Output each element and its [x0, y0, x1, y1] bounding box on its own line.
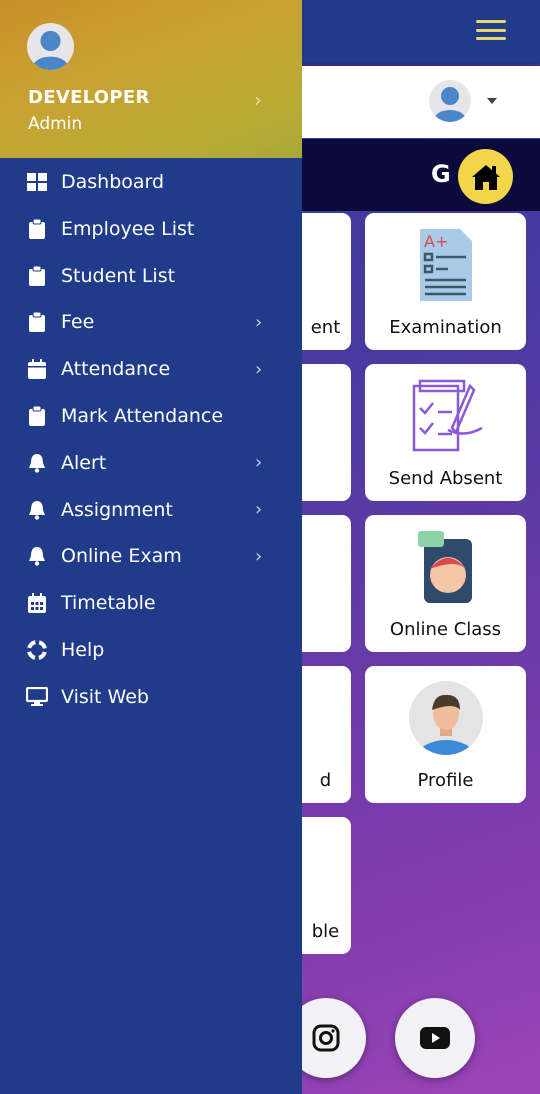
sidebar-item-help[interactable]: Help: [0, 628, 302, 672]
sidebar-item-label: Help: [61, 639, 105, 661]
sidebar-item-visit-web[interactable]: Visit Web: [0, 675, 302, 719]
checklist-pen-icon: [408, 378, 484, 454]
svg-text:A+: A+: [424, 232, 448, 251]
navigation-drawer: DEVELOPER Admin › Dashboard Employee List…: [0, 0, 302, 1094]
card-label: ent: [310, 317, 341, 338]
youtube-button[interactable]: [395, 998, 475, 1078]
menu-icon[interactable]: [476, 20, 506, 40]
user-role: Admin: [28, 114, 83, 134]
user-name: DEVELOPER: [28, 87, 150, 108]
sidebar-item-label: Attendance: [61, 358, 171, 381]
card-label: Profile: [417, 770, 474, 791]
monitor-icon: [26, 686, 48, 708]
exam-sheet-icon: A+: [408, 227, 484, 303]
clipboard-icon: [26, 265, 48, 287]
sidebar-item-label: Alert: [61, 451, 107, 474]
dashboard-icon: [26, 171, 48, 193]
clipboard-icon: [26, 405, 48, 427]
sidebar-item-label: Online Exam: [61, 545, 182, 568]
calendar-grid-icon: [26, 592, 48, 614]
chevron-right-icon: ›: [255, 358, 263, 380]
sidebar-item-employee-list[interactable]: Employee List: [0, 207, 302, 251]
lifebuoy-icon: [26, 639, 48, 661]
sidebar-item-student-list[interactable]: Student List: [0, 254, 302, 298]
sidebar-item-online-exam[interactable]: Online Exam ›: [0, 534, 302, 578]
card-label: Send Absent: [388, 468, 503, 489]
sidebar-item-label: Student List: [61, 264, 176, 287]
profile-person-icon: [408, 680, 484, 756]
clipboard-icon: [26, 218, 48, 240]
sidebar-item-fee[interactable]: Fee ›: [0, 300, 302, 344]
user-avatar[interactable]: [429, 80, 471, 122]
profile-card[interactable]: Profile: [365, 666, 526, 803]
instagram-icon: [312, 1024, 340, 1052]
drawer-header[interactable]: DEVELOPER Admin ›: [0, 0, 302, 158]
online-class-icon: [408, 529, 484, 605]
bell-icon: [26, 452, 48, 474]
sidebar-item-label: Mark Attendance: [61, 405, 224, 427]
sidebar-item-timetable[interactable]: Timetable: [0, 581, 302, 625]
home-icon: [471, 164, 500, 190]
bell-icon: [26, 499, 48, 521]
online-class-card[interactable]: Online Class: [365, 515, 526, 652]
chevron-right-icon: ›: [255, 311, 263, 333]
chevron-right-icon[interactable]: ›: [254, 88, 262, 112]
card-label: Online Class: [389, 619, 502, 640]
chevron-down-icon[interactable]: [487, 98, 497, 104]
sidebar-item-mark-attendance[interactable]: Mark Attendance: [0, 394, 302, 438]
send-absent-card[interactable]: Send Absent: [365, 364, 526, 501]
card-label: Examination: [389, 317, 502, 338]
avatar: [27, 23, 74, 70]
sidebar-item-label: Fee: [61, 311, 95, 334]
sidebar-item-label: Dashboard: [61, 171, 165, 193]
bell-icon: [26, 545, 48, 567]
card-label: d: [319, 770, 332, 791]
chevron-right-icon: ›: [255, 545, 263, 567]
sidebar-item-alert[interactable]: Alert ›: [0, 441, 302, 485]
home-button[interactable]: [458, 149, 513, 204]
chevron-right-icon: ›: [255, 452, 263, 474]
sidebar-item-label: Visit Web: [61, 685, 149, 708]
google-translate-button[interactable]: G: [431, 160, 451, 188]
examination-card[interactable]: A+ Examination: [365, 213, 526, 350]
sidebar-item-label: Assignment: [61, 498, 173, 521]
clipboard-icon: [26, 311, 48, 333]
sidebar-item-assignment[interactable]: Assignment ›: [0, 488, 302, 532]
sidebar-item-label: Employee List: [61, 217, 195, 240]
sidebar-item-dashboard[interactable]: Dashboard: [0, 160, 302, 204]
calendar-icon: [26, 358, 48, 380]
sidebar-item-label: Timetable: [61, 592, 156, 615]
chevron-right-icon: ›: [255, 499, 263, 521]
card-label: ble: [311, 921, 340, 942]
sidebar-item-attendance[interactable]: Attendance ›: [0, 347, 302, 391]
youtube-icon: [420, 1027, 450, 1049]
